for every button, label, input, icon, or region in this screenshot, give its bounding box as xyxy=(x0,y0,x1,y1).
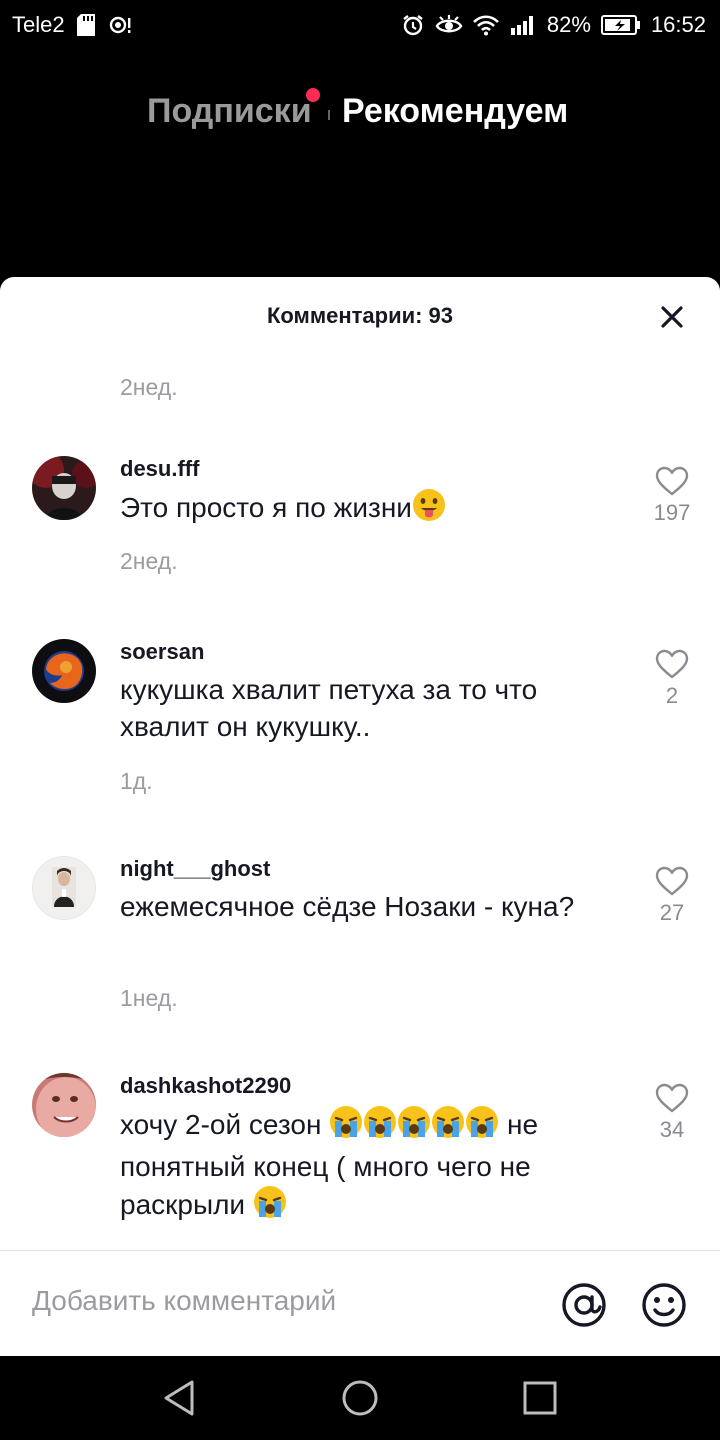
heart-icon xyxy=(655,1083,689,1113)
comments-list[interactable]: 2нед. desu.fff Это просто я по жизни 2не… xyxy=(0,357,720,1250)
crying-emoji-icon xyxy=(253,1185,287,1228)
comment-text: кукушка хвалит петуха за то что хвалит о… xyxy=(120,674,538,742)
crying-emoji-icon xyxy=(465,1105,499,1148)
like-button[interactable]: 34 xyxy=(640,1083,704,1143)
like-count: 34 xyxy=(659,1117,685,1142)
comments-title: Комментарии: 93 xyxy=(266,303,454,328)
recents-button[interactable] xyxy=(520,1378,560,1423)
recents-icon xyxy=(523,1381,557,1415)
battery-charging-icon xyxy=(600,14,641,36)
emoji-button[interactable] xyxy=(640,1281,688,1329)
back-button[interactable] xyxy=(160,1378,200,1423)
avatar[interactable] xyxy=(32,856,96,920)
comment-time: 1нед. xyxy=(120,985,178,1011)
crying-emoji-icon xyxy=(431,1105,465,1148)
tab-following[interactable]: Подписки xyxy=(147,92,312,131)
avatar[interactable] xyxy=(32,639,96,703)
comment-username[interactable]: night___ghost xyxy=(120,856,270,882)
comment-username[interactable]: soersan xyxy=(120,639,204,665)
system-nav-bar xyxy=(0,1356,720,1440)
like-button[interactable]: 27 xyxy=(640,866,704,926)
tongue-emoji-icon xyxy=(412,488,446,531)
avatar[interactable] xyxy=(32,456,96,520)
tab-for-you[interactable]: Рекомендуем xyxy=(342,92,568,131)
comments-header: Комментарии: 93 xyxy=(0,277,720,357)
comment-text-body: Это просто я по жизни xyxy=(120,492,412,523)
comment-text: Это просто я по жизни xyxy=(120,488,590,531)
heart-icon xyxy=(655,649,689,679)
avatar[interactable] xyxy=(32,1073,96,1137)
status-bar: Tele2 82% 16:52 xyxy=(0,0,720,50)
like-count: 27 xyxy=(659,900,685,925)
close-button[interactable] xyxy=(656,301,688,333)
comment-time: 2нед. xyxy=(120,374,178,400)
alarm-icon xyxy=(401,13,425,37)
comment-input-bar: Добавить комментарий xyxy=(0,1250,720,1356)
back-icon xyxy=(164,1380,194,1416)
carrier-label: Tele2 xyxy=(12,12,65,37)
sd-card-icon xyxy=(76,14,95,36)
comment-username[interactable]: desu.fff xyxy=(120,456,199,482)
smiley-icon xyxy=(642,1283,686,1327)
crying-emoji-icon xyxy=(363,1105,397,1148)
comment-input[interactable]: Добавить комментарий xyxy=(32,1285,336,1317)
mention-button[interactable] xyxy=(560,1281,608,1329)
tab-divider xyxy=(328,110,330,120)
comment-item: soersan кукушка хвалит петуха за то что … xyxy=(0,639,720,819)
wifi-icon xyxy=(472,14,499,36)
comment-item: desu.fff Это просто я по жизни 2нед. 197 xyxy=(0,456,720,596)
like-button[interactable]: 2 xyxy=(640,649,704,709)
home-icon xyxy=(342,1380,378,1416)
comment-text: хочу 2-ой сезон не понятный конец ( мног… xyxy=(120,1105,600,1228)
crying-emoji-icon xyxy=(397,1105,431,1148)
hotspot-icon xyxy=(107,14,133,36)
heart-icon xyxy=(655,866,689,896)
comments-sheet: Комментарии: 93 2нед. desu.fff Это прост… xyxy=(0,277,720,1356)
comment-username[interactable]: dashkashot2290 xyxy=(120,1073,291,1099)
like-count: 197 xyxy=(653,500,691,525)
at-icon xyxy=(562,1283,606,1327)
eye-icon xyxy=(435,14,463,36)
crying-emoji-icon xyxy=(329,1105,363,1148)
comment-text: ежемесячное сёдзе Нозаки - куна? xyxy=(120,891,575,922)
feed-tabs: Подписки Рекомендуем xyxy=(0,88,720,136)
like-count: 2 xyxy=(665,683,679,708)
notification-dot xyxy=(306,88,320,102)
comment-time: 2нед. xyxy=(120,548,178,574)
heart-icon xyxy=(655,466,689,496)
like-button[interactable]: 197 xyxy=(640,466,704,526)
battery-percent: 82% xyxy=(546,12,591,37)
close-icon xyxy=(661,306,683,328)
comment-time: 1д. xyxy=(120,768,153,794)
comment-text-before: хочу 2-ой сезон xyxy=(120,1109,322,1140)
comment-item: night___ghost ежемесячное сёдзе Нозаки -… xyxy=(0,856,720,1036)
signal-icon xyxy=(509,14,537,36)
comment-item: dashkashot2290 хочу 2-ой сезон не понятн… xyxy=(0,1073,720,1250)
home-button[interactable] xyxy=(340,1378,380,1423)
clock: 16:52 xyxy=(650,12,706,37)
